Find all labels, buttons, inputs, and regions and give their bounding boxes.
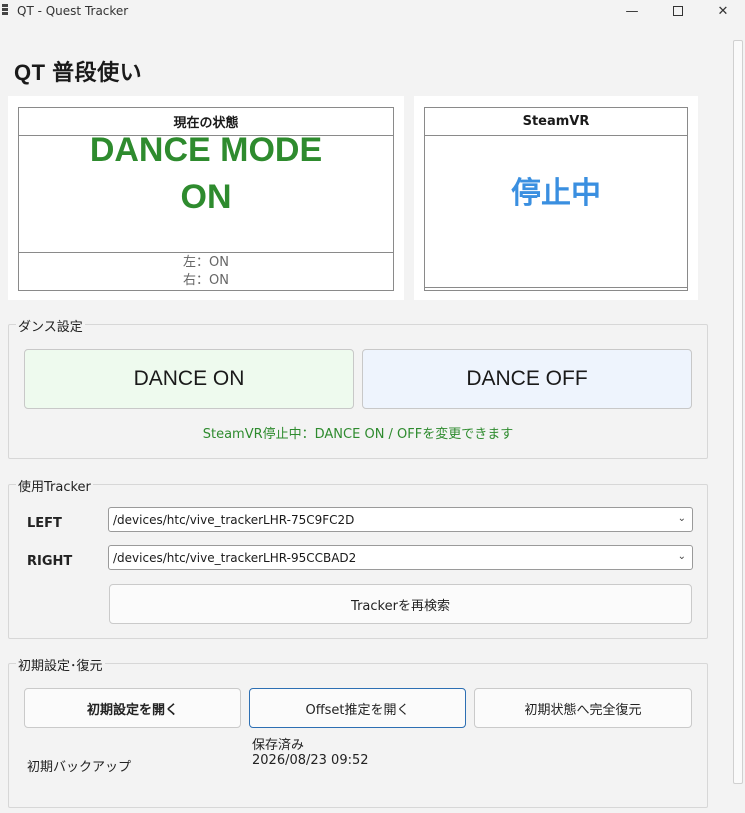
right-tracker-select[interactable]: /devices/htc/vive_trackerLHR-95CCBAD2 ⌄ [108, 545, 693, 570]
dance-on-button[interactable]: DANCE ON [24, 349, 354, 409]
steamvr-state: 停止中 [511, 176, 601, 211]
close-button[interactable]: ✕ [700, 0, 745, 22]
rescan-tracker-button[interactable]: Trackerを再検索 [109, 584, 692, 624]
left-tracker-value: /devices/htc/vive_trackerLHR-75C9FC2D [113, 512, 355, 527]
right-tracker-label: RIGHT [27, 554, 73, 569]
initial-settings-label: 初期設定･復元 [16, 655, 105, 674]
dance-mode-status: DANCE MODE ON [19, 126, 393, 222]
page-title: QT 普段使い [14, 60, 143, 85]
window-title: QT - Quest Tracker [17, 4, 129, 18]
initial-settings-group [8, 663, 708, 808]
dance-settings-label: ダンス設定 [16, 316, 85, 335]
steamvr-panel: SteamVR 停止中 [424, 107, 688, 291]
chevron-down-icon: ⌄ [677, 513, 686, 524]
steamvr-header: SteamVR [425, 108, 687, 136]
maximize-button[interactable] [655, 0, 701, 22]
chevron-down-icon: ⌄ [677, 551, 686, 562]
full-restore-button[interactable]: 初期状態へ完全復元 [474, 688, 692, 728]
close-icon: ✕ [717, 3, 729, 19]
steamvr-footer [425, 287, 687, 290]
open-initial-settings-button[interactable]: 初期設定を開く [24, 688, 241, 728]
side-status: 左：ON 右：ON [19, 252, 393, 290]
maximize-icon [673, 6, 683, 16]
open-offset-estimation-button[interactable]: Offset推定を開く [249, 688, 466, 728]
minimize-icon: — [625, 3, 639, 19]
right-tracker-value: /devices/htc/vive_trackerLHR-95CCBAD2 [113, 550, 357, 565]
dance-mode-line1: DANCE MODE [89, 131, 323, 169]
dance-off-button[interactable]: DANCE OFF [362, 349, 692, 409]
left-tracker-select[interactable]: /devices/htc/vive_trackerLHR-75C9FC2D ⌄ [108, 507, 693, 532]
current-state-panel: 現在の状態 DANCE MODE ON 左：ON 右：ON [18, 107, 394, 291]
right-status: 右：ON [183, 272, 229, 288]
backup-status: 保存済み [252, 738, 305, 753]
backup-label: 初期バックアップ [27, 760, 132, 775]
left-status: 左：ON [183, 254, 229, 270]
window-titlebar: QT - Quest Tracker — ✕ [0, 0, 745, 24]
app-icon [2, 4, 8, 17]
vertical-scrollbar[interactable] [733, 40, 743, 784]
minimize-button[interactable]: — [609, 0, 655, 22]
dance-hint-text: SteamVR停止中：DANCE ON / OFFを変更できます [202, 427, 514, 442]
backup-timestamp: 2026/08/23 09:52 [252, 753, 369, 768]
tracker-group-label: 使用Tracker [16, 476, 93, 495]
left-tracker-label: LEFT [27, 516, 62, 531]
dance-mode-line2: ON [180, 178, 232, 216]
